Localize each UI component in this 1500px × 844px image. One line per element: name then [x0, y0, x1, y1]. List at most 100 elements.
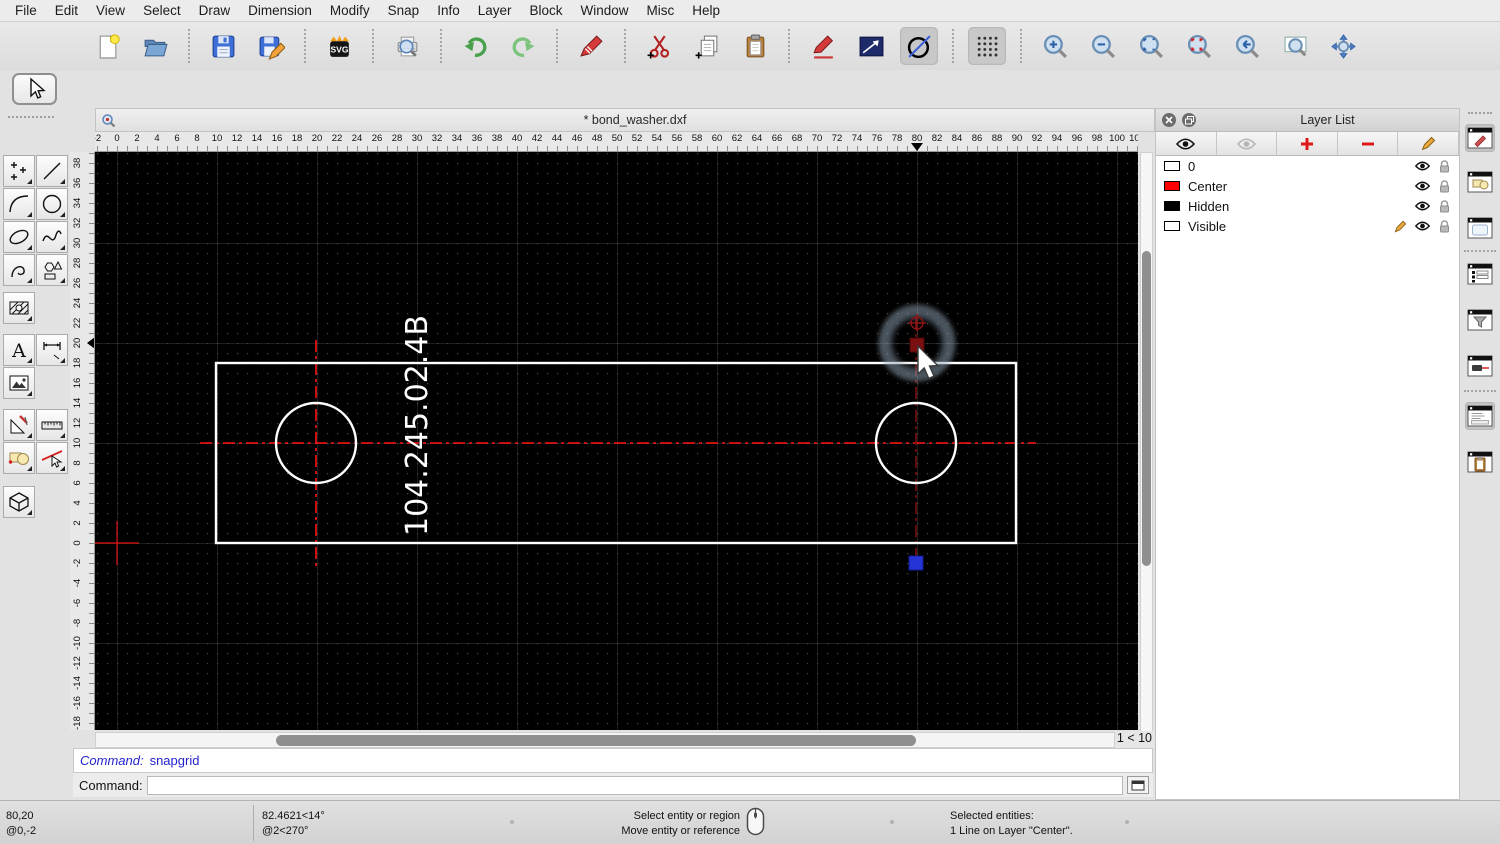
measure-tool-button[interactable]	[36, 409, 68, 441]
dock-command-line-toggle[interactable]	[1465, 402, 1495, 430]
add-layer-button[interactable]	[1277, 132, 1338, 155]
print-preview-button[interactable]	[388, 27, 426, 65]
command-detach-button[interactable]	[1127, 776, 1149, 794]
remove-layer-button[interactable]	[1337, 132, 1399, 155]
statusbar-splitter[interactable]	[890, 820, 894, 824]
dimension-tool-button[interactable]	[36, 334, 68, 366]
new-file-button[interactable]	[88, 27, 126, 65]
dock-pen-palette-toggle[interactable]	[1465, 124, 1495, 152]
select-tool-button[interactable]	[12, 73, 57, 105]
float-panel-button[interactable]	[1182, 113, 1196, 127]
block-tool-button[interactable]	[3, 442, 35, 474]
dock-block-list-toggle[interactable]	[1465, 168, 1495, 196]
save-button[interactable]	[204, 27, 242, 65]
horizontal-scrollbar-thumb[interactable]	[276, 735, 916, 746]
draw-pen-button[interactable]	[804, 27, 842, 65]
vertical-scrollbar[interactable]	[1140, 152, 1153, 732]
statusbar-splitter[interactable]	[1125, 820, 1129, 824]
layer-color-swatch[interactable]	[1164, 161, 1180, 171]
shapes-tool-button[interactable]	[36, 254, 68, 286]
select-entity-tool-button[interactable]	[36, 442, 68, 474]
layer-row-visible[interactable]: Visible	[1156, 216, 1459, 236]
menu-file[interactable]: File	[6, 3, 46, 18]
open-file-button[interactable]	[136, 27, 174, 65]
dock-layer-list-toggle[interactable]	[1465, 260, 1495, 288]
hide-all-layers-button[interactable]	[1216, 132, 1278, 155]
menu-block[interactable]: Block	[521, 3, 572, 18]
redo-button[interactable]	[504, 27, 542, 65]
paste-button[interactable]	[736, 27, 774, 65]
command-input[interactable]	[146, 775, 1123, 795]
line-tool-button[interactable]	[36, 155, 68, 187]
menu-info[interactable]: Info	[428, 3, 469, 18]
menu-window[interactable]: Window	[572, 3, 638, 18]
hatch-tool-button[interactable]	[3, 292, 35, 324]
horizontal-scrollbar[interactable]	[95, 732, 1115, 748]
layer-row-center[interactable]: Center	[1156, 176, 1459, 196]
menu-help[interactable]: Help	[683, 3, 729, 18]
text-tool-button[interactable]: A	[3, 334, 35, 366]
dock-pen-wizard-toggle[interactable]	[1465, 352, 1495, 380]
close-panel-button[interactable]	[1162, 113, 1176, 127]
zoom-pan-button[interactable]	[1324, 27, 1362, 65]
layer-color-swatch[interactable]	[1164, 221, 1180, 231]
dock-layer-filter-toggle[interactable]	[1465, 306, 1495, 334]
undo-button[interactable]	[456, 27, 494, 65]
menu-dimension[interactable]: Dimension	[239, 3, 321, 18]
zoom-in-button[interactable]	[1036, 27, 1074, 65]
drawing-canvas[interactable]: 104.245.02.4B	[95, 152, 1138, 730]
snap-grid-button[interactable]	[968, 27, 1006, 65]
zoom-selected-button[interactable]	[1180, 27, 1218, 65]
zoom-out-button[interactable]	[1084, 27, 1122, 65]
export-svg-button[interactable]: SVG	[320, 27, 358, 65]
menu-layer[interactable]: Layer	[469, 3, 521, 18]
menu-view[interactable]: View	[87, 3, 134, 18]
layer-row-hidden[interactable]: Hidden	[1156, 196, 1459, 216]
layer-color-swatch[interactable]	[1164, 201, 1180, 211]
image-tool-button[interactable]	[3, 367, 35, 399]
layer-row-0[interactable]: 0	[1156, 156, 1459, 176]
polyline-tool-button[interactable]	[3, 254, 35, 286]
menu-edit[interactable]: Edit	[46, 3, 87, 18]
layer-visibility-icon[interactable]	[1414, 161, 1430, 171]
show-all-layers-button[interactable]	[1156, 132, 1217, 155]
layer-lock-icon[interactable]	[1439, 219, 1450, 233]
cut-button[interactable]	[640, 27, 678, 65]
zoom-previous-button[interactable]	[1228, 27, 1266, 65]
dock-clipboard-toggle[interactable]	[1465, 448, 1495, 476]
points-tool-button[interactable]	[3, 155, 35, 187]
statusbar-splitter[interactable]	[510, 820, 514, 824]
arc-tool-button[interactable]	[3, 188, 35, 220]
save-as-button[interactable]	[252, 27, 290, 65]
layer-visibility-icon[interactable]	[1414, 201, 1430, 211]
dock-handle[interactable]	[1468, 112, 1492, 114]
dock-library-browser-toggle[interactable]	[1465, 214, 1495, 242]
layer-lock-icon[interactable]	[1439, 179, 1450, 193]
drawing-annotation-text[interactable]: 104.245.02.4B	[400, 315, 435, 536]
menu-misc[interactable]: Misc	[638, 3, 684, 18]
layer-visibility-icon[interactable]	[1414, 181, 1430, 191]
selection-handle[interactable]	[908, 555, 924, 571]
zoom-window-button[interactable]	[1276, 27, 1314, 65]
circle-line-button[interactable]	[900, 27, 938, 65]
attributes-button[interactable]	[852, 27, 890, 65]
menu-select[interactable]: Select	[134, 3, 190, 18]
menu-modify[interactable]: Modify	[321, 3, 379, 18]
layer-lock-icon[interactable]	[1439, 159, 1450, 173]
circle-tool-button[interactable]	[36, 188, 68, 220]
modify-tool-button[interactable]	[3, 409, 35, 441]
layer-lock-icon[interactable]	[1439, 199, 1450, 213]
delete-button[interactable]	[572, 27, 610, 65]
menu-snap[interactable]: Snap	[379, 3, 429, 18]
vertical-scrollbar-thumb[interactable]	[1142, 251, 1151, 566]
menu-draw[interactable]: Draw	[190, 3, 240, 18]
copy-button[interactable]	[688, 27, 726, 65]
edit-layer-button[interactable]	[1398, 132, 1459, 155]
spline-tool-button[interactable]	[36, 221, 68, 253]
layer-color-swatch[interactable]	[1164, 181, 1180, 191]
ellipse-tool-button[interactable]	[3, 221, 35, 253]
solid-3d-tool-button[interactable]	[3, 486, 35, 518]
toolbar-handle[interactable]	[8, 116, 54, 118]
document-tabbar[interactable]: * bond_washer.dxf	[95, 108, 1155, 132]
zoom-auto-button[interactable]	[1132, 27, 1170, 65]
